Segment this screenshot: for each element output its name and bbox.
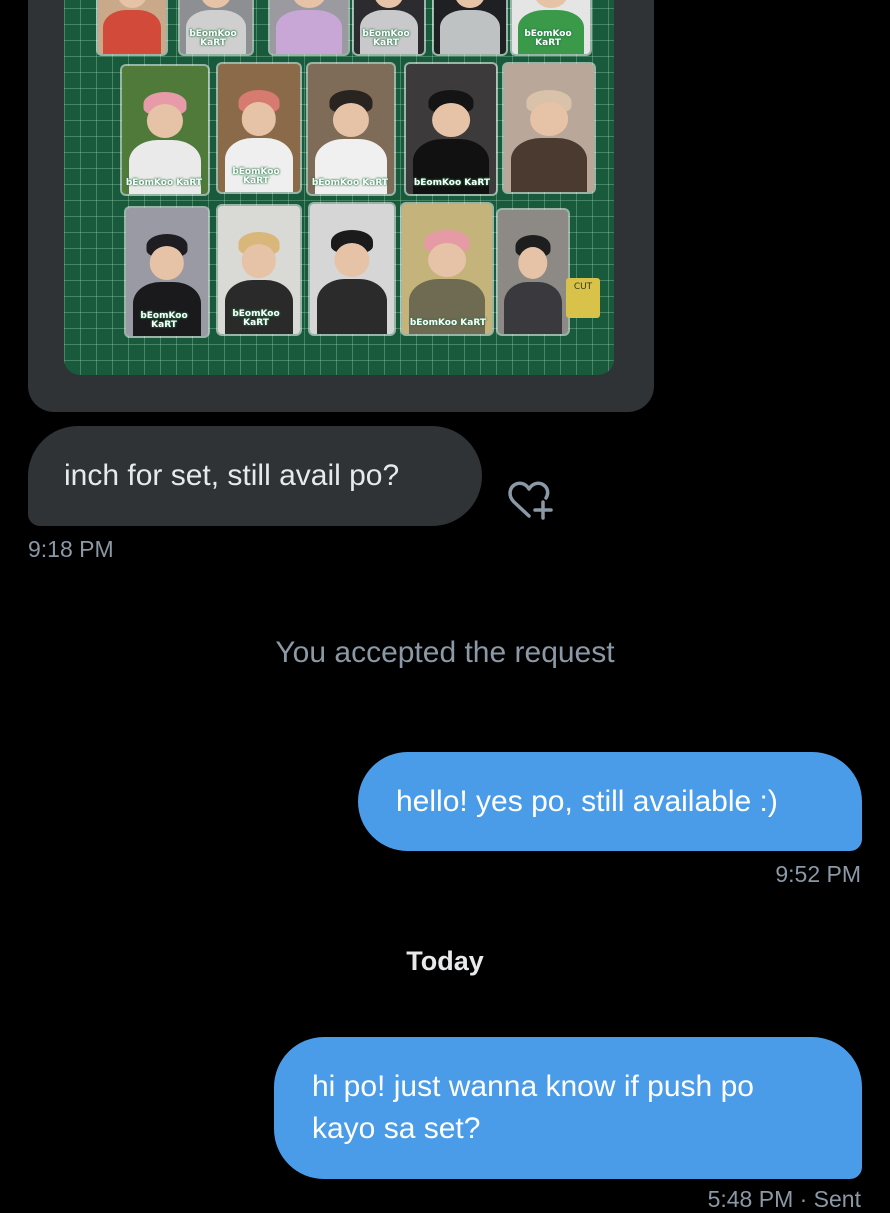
photocard bbox=[270, 0, 348, 54]
message-text: hi po! just wanna know if push po kayo s… bbox=[312, 1070, 754, 1145]
system-message: You accepted the request bbox=[275, 636, 615, 669]
photocard: bEomKoo KaRT bbox=[354, 0, 424, 54]
cut-label: CUT bbox=[566, 278, 600, 318]
photocard: bEomKoo KaRT bbox=[308, 64, 394, 194]
photocard: bEomKoo KaRT bbox=[126, 208, 208, 336]
photocard bbox=[434, 0, 506, 54]
photocard bbox=[310, 204, 394, 334]
stamp-text: bEomKoo KaRT bbox=[125, 178, 202, 188]
incoming-message-bubble[interactable]: inch for set, still avail po? bbox=[28, 426, 482, 526]
stamp-text: bEomKoo KaRT bbox=[409, 318, 486, 328]
stamp-text: bEomKoo KaRT bbox=[140, 311, 188, 330]
outgoing-message-bubble[interactable]: hello! yes po, still available :) bbox=[358, 752, 862, 851]
stamp-text: bEomKoo KaRT bbox=[189, 29, 237, 48]
photocard bbox=[98, 0, 166, 54]
heart-plus-icon[interactable] bbox=[507, 478, 555, 522]
outgoing-message-bubble[interactable]: hi po! just wanna know if push po kayo s… bbox=[274, 1037, 862, 1179]
attached-photo[interactable]: bEomKoo KaRT bEomKoo KaRT bEomKoo KaRT b… bbox=[64, 0, 614, 375]
photocard: bEomKoo KaRT bbox=[406, 64, 496, 194]
photocard: bEomKoo KaRT bbox=[122, 66, 208, 194]
stamp-text: bEomKoo KaRT bbox=[362, 29, 410, 48]
cut-label-text: CUT bbox=[573, 282, 593, 292]
message-text: hello! yes po, still available :) bbox=[396, 785, 778, 818]
photocard: bEomKoo KaRT bbox=[218, 64, 300, 192]
stamp-text: bEomKoo KaRT bbox=[232, 309, 280, 328]
photocard: bEomKoo KaRT bbox=[512, 0, 590, 54]
photocard: bEomKoo KaRT bbox=[218, 206, 300, 334]
message-text: inch for set, still avail po? bbox=[64, 459, 400, 492]
stamp-text: bEomKoo KaRT bbox=[311, 178, 388, 188]
stamp-text: bEomKoo KaRT bbox=[413, 178, 490, 188]
photocard bbox=[498, 210, 568, 334]
image-message-bubble: bEomKoo KaRT bEomKoo KaRT bEomKoo KaRT b… bbox=[28, 0, 654, 412]
stamp-text: bEomKoo KaRT bbox=[232, 167, 280, 186]
message-timestamp: 9:18 PM bbox=[28, 536, 114, 562]
photocard bbox=[504, 64, 594, 192]
message-timestamp: 9:52 PM bbox=[775, 861, 861, 887]
photocard: bEomKoo KaRT bbox=[180, 0, 252, 54]
day-divider: Today bbox=[406, 946, 484, 976]
photocard: bEomKoo KaRT bbox=[402, 204, 492, 334]
stamp-text: bEomKoo KaRT bbox=[524, 29, 572, 48]
